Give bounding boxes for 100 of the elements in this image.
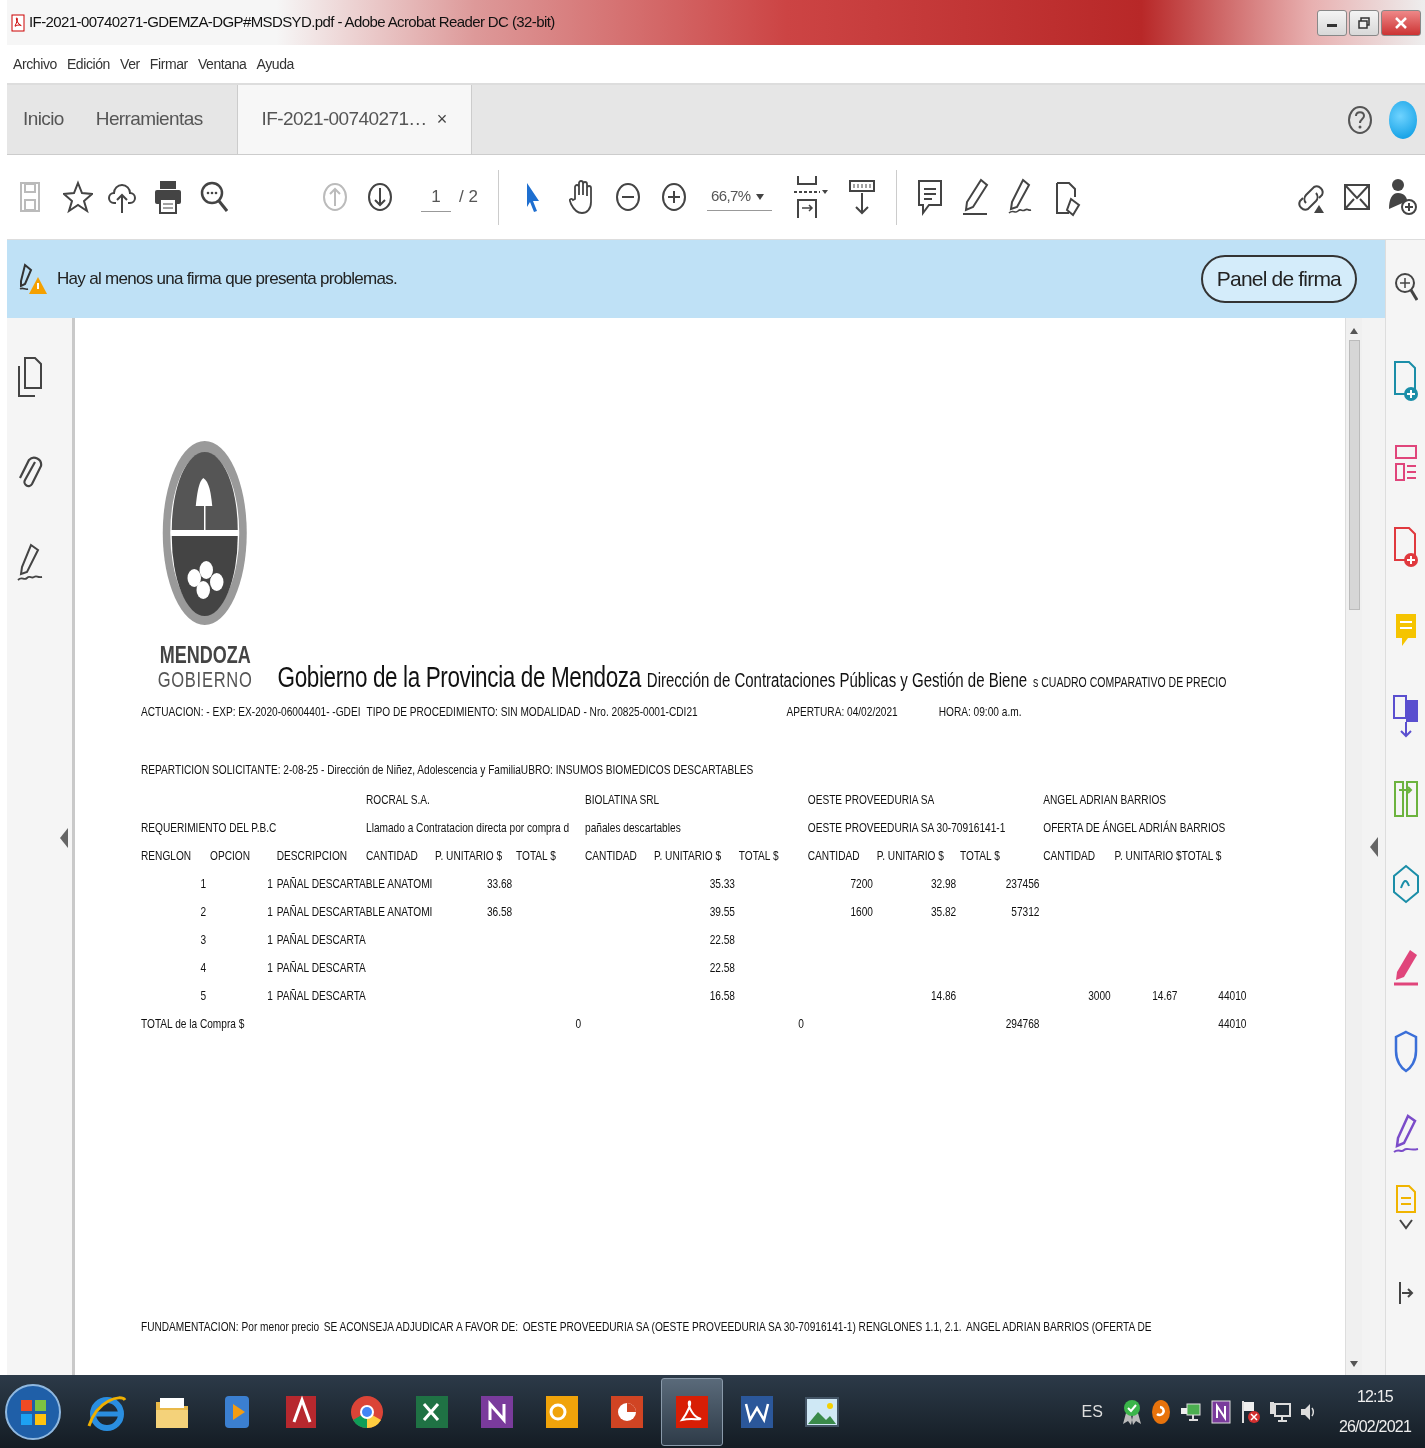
search-icon[interactable] <box>200 179 228 215</box>
collapse-panel-icon[interactable] <box>1397 1280 1414 1306</box>
document-title: Gobierno de la Provincia de Mendoza <box>277 662 641 692</box>
table-cell-text: 7200 <box>849 874 874 893</box>
column-header: P. UNITARIO $ <box>876 846 945 865</box>
supplier-detail: OFERTA DE ÁNGEL ADRIÁN BARRIOS <box>1043 818 1227 837</box>
window-title: IF-2021-00740271-GDEMZA-DGP#MSDSYD.pdf - Adobe Acrobat Reader DC (32-bit) <box>29 12 555 33</box>
notebook-icon[interactable] <box>1210 1399 1231 1424</box>
document-text: APERTURA: 04/02/2021 <box>786 702 899 721</box>
fill-sign-icon[interactable] <box>1391 948 1420 988</box>
column-header: TOTAL $ <box>516 846 557 865</box>
caret-icon <box>756 193 765 200</box>
logo-text: MENDOZA <box>159 642 251 668</box>
menu-item[interactable]: Ver <box>120 53 140 75</box>
supplier-detail: Llamado a Contratacion directa por compra d <box>366 818 571 837</box>
tab[interactable]: IF-2021-00740271… × <box>236 85 472 154</box>
zoom-out-icon[interactable] <box>614 182 641 212</box>
document-text: UBRO: INSUMOS BIOMEDICOS DESCARTABLES <box>520 760 754 779</box>
comment-icon[interactable] <box>917 177 944 217</box>
clock-time[interactable]: 12:15 <box>1356 1381 1393 1412</box>
create-document-icon[interactable] <box>1392 360 1419 404</box>
add-user-icon[interactable] <box>1389 177 1417 217</box>
table-cell-text: 22.58 <box>708 930 736 949</box>
table-cell-text: 35.33 <box>708 874 736 893</box>
export-document-icon[interactable] <box>1392 526 1419 570</box>
supplier-name: ANGEL ADRIAN BARRIOS <box>1043 790 1168 809</box>
scrollbar[interactable] <box>1345 318 1362 1375</box>
table-cell-text: 237456 <box>1004 874 1041 893</box>
shield-icon[interactable] <box>1393 1030 1418 1074</box>
table-cell-text: 1 <box>266 930 274 949</box>
start-orb-icon[interactable] <box>4 1382 62 1441</box>
tab-close-icon[interactable]: × <box>436 106 447 133</box>
document-text: OESTE PROVEEDURIA SA (OESTE PROVEEDURIA SA 30-70916141-1) RENGLONES 1.1, 2.1. <box>522 1317 962 1336</box>
language-indicator[interactable]: ES <box>1081 1399 1103 1424</box>
scroll-up-icon[interactable] <box>1350 328 1358 334</box>
column-header: DESCRIPCION <box>276 846 349 865</box>
next-page-icon[interactable] <box>367 182 393 212</box>
table-cell-text: 1 <box>266 874 274 893</box>
pdf-file-icon <box>11 13 25 32</box>
supplier-name: ROCRAL S.A. <box>366 790 431 809</box>
cursor-icon[interactable] <box>524 181 541 213</box>
menu-item[interactable]: Firmar <box>149 53 188 75</box>
hand-icon[interactable] <box>568 179 595 215</box>
table-cell-text: 294768 <box>1004 1014 1041 1033</box>
restore-icon <box>1358 16 1370 29</box>
table-cell-text: 39.55 <box>708 902 736 921</box>
table-cell-text: 44010 <box>1217 1014 1248 1033</box>
ribbon-icon[interactable] <box>1121 1398 1142 1425</box>
page-number-field[interactable]: 1 <box>421 181 451 213</box>
table-cell-text: 35.82 <box>929 902 958 921</box>
table-cell-text: 22.58 <box>708 958 736 977</box>
star-icon[interactable] <box>63 180 93 214</box>
mail-icon[interactable] <box>1343 181 1371 213</box>
restore-button[interactable] <box>1349 9 1379 36</box>
flag-error-icon[interactable] <box>1239 1398 1260 1425</box>
column-header: OPCION <box>210 846 251 865</box>
tab[interactable]: Herramientas <box>79 85 219 154</box>
clock-date[interactable]: 26/02/2021 <box>1338 1411 1411 1442</box>
minimize-button[interactable] <box>1317 9 1347 36</box>
menu-item[interactable]: Edición <box>66 53 110 75</box>
column-header: CANTIDAD <box>807 846 861 865</box>
network-icon[interactable] <box>1268 1399 1291 1424</box>
help-icon[interactable] <box>1347 104 1373 135</box>
taskbar-app-button[interactable] <box>661 1377 723 1446</box>
highlighter-icon[interactable] <box>961 177 990 217</box>
table-cell-text: 57312 <box>1010 902 1041 921</box>
collapse-arrow-icon[interactable] <box>60 828 68 848</box>
tab[interactable]: Inicio <box>7 85 80 154</box>
table-cell-text: 3000 <box>1087 986 1112 1005</box>
fit-page-icon[interactable] <box>794 174 831 220</box>
table-cell-text: 16.58 <box>708 986 736 1005</box>
layout-icon[interactable] <box>1393 444 1418 484</box>
expand-arrow-icon[interactable] <box>1369 836 1378 857</box>
chevron-down-icon[interactable] <box>1397 1218 1414 1230</box>
signature-pen-icon[interactable] <box>1391 1114 1420 1156</box>
pages-icon[interactable] <box>17 356 43 398</box>
report-title: s CUADRO COMPARATIVO DE PRECIO <box>1033 673 1227 692</box>
table-cell-text: 5 <box>199 986 208 1005</box>
scroll-down-icon[interactable] <box>1350 1361 1358 1367</box>
table-cell-text: PAÑAL DESCARTA <box>276 986 367 1005</box>
supplier-name: OESTE PROVEEDURIA SA <box>807 790 936 809</box>
document-text: TIPO DE PROCEDIMIENTO: SIN MODALIDAD - Nro. 20825-0001-CDI21 <box>366 702 699 721</box>
document-subtitle: Dirección de Contrataciones Públicas y Gestión de Biene <box>646 668 1028 692</box>
zoom-in-icon[interactable] <box>660 182 687 212</box>
signature-warning-icon <box>19 263 47 295</box>
menu-item[interactable]: Ayuda <box>256 53 294 75</box>
table-cell-text: PAÑAL DESCARTABLE ANATOMI <box>276 874 434 893</box>
scroll-mode-icon[interactable] <box>848 177 877 217</box>
document-text: ACTUACION: - EXP: EX-2020-06004401- -GDEI <box>141 702 361 721</box>
zoom-dropdown[interactable]: 66,7% <box>706 183 773 211</box>
scroll-thumb[interactable] <box>1348 340 1360 610</box>
table-cell-text: PAÑAL DESCARTA <box>276 930 367 949</box>
total-label: TOTAL de la Compra $ <box>141 1014 246 1033</box>
menu-item[interactable]: Archivo <box>13 53 57 75</box>
signature-panel-button[interactable]: Panel de firma <box>1200 255 1357 303</box>
menu-item[interactable]: Ventana <box>197 53 247 75</box>
close-button[interactable] <box>1381 9 1421 36</box>
print-icon[interactable] <box>154 179 182 215</box>
supplier-name: BIOLATINA SRL <box>585 790 661 809</box>
document-text: FUNDAMENTACION: Por menor precio <box>141 1317 320 1336</box>
